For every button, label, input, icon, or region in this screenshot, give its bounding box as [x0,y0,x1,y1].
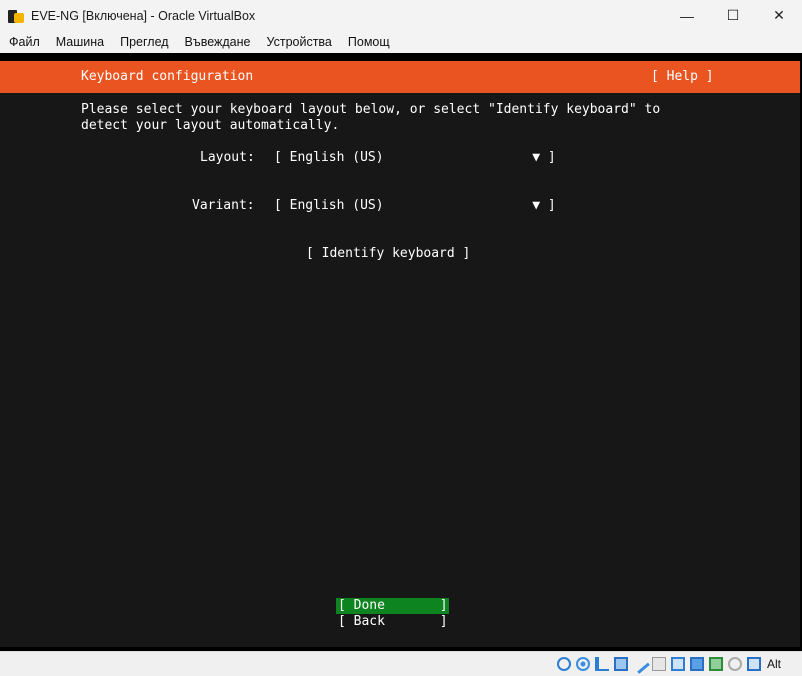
menu-view[interactable]: Преглед [112,35,176,49]
cpu-icon[interactable] [709,657,723,671]
done-button[interactable]: [ Done ] [338,598,448,614]
menu-input[interactable]: Въвеждане [177,35,259,49]
layout-select[interactable]: [ English (US) ▼ ] [274,150,556,166]
menu-machine[interactable]: Машина [48,35,112,49]
status-bar: Alt [0,651,802,676]
keyboard-capture-icon[interactable] [747,657,761,671]
usb-icon[interactable] [630,654,650,674]
menu-file[interactable]: Файл [0,35,48,49]
intro-text-line-1: Please select your keyboard layout below… [81,102,661,117]
audio-icon[interactable] [595,657,609,671]
minimize-button[interactable]: — [664,0,710,31]
identify-keyboard-button[interactable]: [ Identify keyboard ] [306,246,470,262]
menu-devices[interactable]: Устройства [258,35,339,49]
close-button[interactable]: ✕ [756,0,802,31]
screen-capture-icon[interactable] [690,657,704,671]
host-key-label: Alt [767,657,782,671]
layout-label: Layout: [200,150,255,165]
shared-folders-icon[interactable] [652,657,666,671]
display-icon[interactable] [671,657,685,671]
mouse-integration-icon[interactable] [728,657,742,671]
menu-bar: Файл Машина Преглед Въвеждане Устройства… [0,31,802,53]
optical-drive-icon[interactable] [576,657,590,671]
window-title: EVE-NG [Включена] - Oracle VirtualBox [31,8,256,23]
virtualbox-app-icon [8,8,24,24]
hard-disk-icon[interactable] [557,657,571,671]
network-icon[interactable] [614,657,628,671]
variant-select[interactable]: [ English (US) ▼ ] [274,198,556,214]
menu-help[interactable]: Помощ [340,35,398,49]
back-button[interactable]: [ Back ] [338,614,448,630]
installer-header-title: Keyboard configuration [81,69,254,84]
intro-text-line-2: detect your layout automatically. [81,118,340,133]
maximize-button[interactable]: ☐ [710,0,756,31]
vm-display[interactable]: Keyboard configuration [ Help ] Please s… [0,53,802,651]
help-button[interactable]: [ Help ] [651,69,714,85]
installer-screen: Keyboard configuration [ Help ] Please s… [0,61,802,647]
variant-label: Variant: [192,198,255,213]
